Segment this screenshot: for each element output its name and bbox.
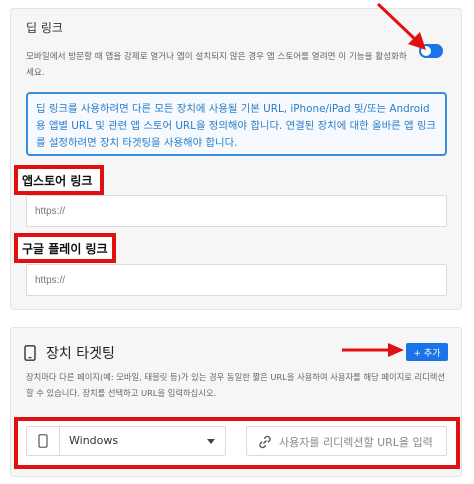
add-button[interactable]: + 추가 bbox=[406, 343, 448, 361]
appstore-link-input[interactable] bbox=[26, 195, 447, 227]
googleplay-link-label: 구글 플레이 링크 bbox=[14, 233, 116, 263]
deeplink-title: 딥 링크 bbox=[26, 21, 63, 35]
device-targeting-description: 장치마다 다른 페이지(예: 모바일, 태블릿 등)가 있는 경우 동일한 짧은… bbox=[26, 372, 446, 398]
appstore-link-label: 앱스토어 링크 bbox=[14, 165, 104, 195]
link-icon bbox=[259, 435, 271, 449]
redirect-url-placeholder: 사용자를 리디렉션할 URL을 입력 bbox=[279, 436, 433, 449]
device-select[interactable]: Windows bbox=[26, 426, 226, 456]
deeplink-description: 모바일에서 방문할 때 앱을 강제로 열거나 앱이 설치되지 않은 경우 앱 스… bbox=[26, 52, 407, 78]
chevron-down-icon bbox=[207, 439, 215, 444]
device-select-value: Windows bbox=[69, 434, 119, 447]
phone-icon bbox=[38, 434, 48, 448]
googleplay-link-input[interactable] bbox=[26, 264, 447, 296]
device-select-icon-cell bbox=[27, 427, 60, 455]
redirect-url-input[interactable]: 사용자를 리디렉션할 URL을 입력 bbox=[246, 426, 447, 456]
arrow-icon bbox=[376, 2, 426, 50]
deeplink-info-box: 딥 링크를 사용하려면 다른 모든 장치에 사용될 기본 URL, iPhone… bbox=[26, 92, 447, 156]
arrow-icon bbox=[342, 343, 404, 357]
phone-icon bbox=[24, 345, 36, 361]
device-targeting-title: 장치 타겟팅 bbox=[46, 346, 115, 362]
